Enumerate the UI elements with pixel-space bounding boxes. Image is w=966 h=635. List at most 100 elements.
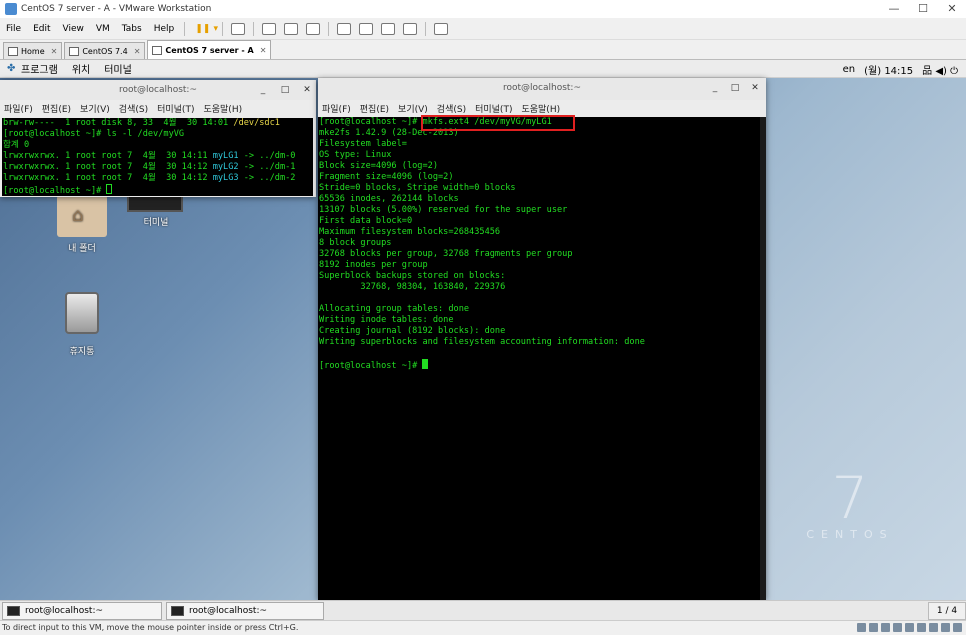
system-status-icon[interactable]: 品 ◀) ⏻ (922, 62, 958, 77)
terminal-window-left[interactable]: root@localhost:~ _ □ ✕ 파일(F) 편집(E) 보기(V)… (0, 80, 316, 197)
terminal-title-bar[interactable]: root@localhost:~ _ □ ✕ (0, 80, 316, 100)
terminal-menu-file[interactable]: 파일(F) (322, 102, 351, 115)
terminal-maximize-button[interactable]: □ (276, 80, 294, 100)
desktop-terminal[interactable]: 터미널 (127, 196, 185, 228)
guest-desktop[interactable]: ✤ 프로그램 위치 터미널 en (월) 14:15 品 ◀) ⏻ ⌂ 내 폴더… (0, 60, 966, 620)
cdrom-icon[interactable] (893, 623, 902, 632)
terminal-text: -> ../dm-1 (238, 162, 296, 172)
terminal-line: lrwxrwxrwx. 1 root root 7 4월 30 14:12 my… (3, 173, 313, 184)
terminal-menu-view[interactable]: 보기(V) (80, 102, 110, 115)
terminal-menu-search[interactable]: 검색(S) (119, 102, 148, 115)
gnome-status-area: en (월) 14:15 品 ◀) ⏻ (834, 60, 958, 78)
menu-vm[interactable]: VM (90, 24, 116, 34)
terminal-menu-edit[interactable]: 편집(E) (360, 102, 389, 115)
terminal-line: Fragment size=4096 (log=2) (319, 172, 454, 182)
console-view-icon[interactable] (433, 22, 448, 35)
terminal-close-button[interactable]: ✕ (298, 80, 316, 100)
terminal-menu-help[interactable]: 도움말(H) (203, 102, 242, 115)
terminal-menu-terminal[interactable]: 터미널(T) (157, 102, 194, 115)
terminal-icon (127, 196, 183, 212)
terminal-cursor (422, 359, 429, 369)
terminal-output-left[interactable]: brw-rw---- 1 root disk 8, 33 4월 30 14:01… (2, 118, 313, 196)
thumbnail-bar-icon[interactable] (358, 22, 373, 35)
display-icon[interactable] (941, 623, 950, 632)
sound-icon[interactable] (929, 623, 938, 632)
menu-edit[interactable]: Edit (27, 24, 56, 34)
terminal-line: 8192 inodes per group (319, 260, 428, 270)
workspace-pager[interactable]: 1 / 4 (928, 602, 966, 620)
tab-home[interactable]: Home ✕ (3, 42, 63, 59)
terminal-maximize-button[interactable]: □ (726, 78, 744, 98)
terminal-menu-file[interactable]: 파일(F) (4, 102, 33, 115)
menu-view[interactable]: View (57, 24, 90, 34)
terminal-menu-terminal[interactable]: 터미널(T) (475, 102, 512, 115)
terminal-scrollbar[interactable] (760, 117, 766, 600)
taskbar-item-terminal-2[interactable]: root@localhost:~ (166, 602, 324, 620)
terminal-close-button[interactable]: ✕ (746, 78, 764, 98)
toolbar-separator (424, 21, 426, 36)
desktop-home-folder[interactable]: ⌂ 내 폴더 (52, 195, 112, 254)
terminal-line: First data block=0 (319, 216, 413, 226)
close-tab-icon[interactable]: ✕ (134, 47, 141, 56)
close-tab-icon[interactable]: ✕ (260, 46, 267, 55)
trash-icon (65, 292, 99, 334)
hdd-icon[interactable] (857, 623, 866, 632)
terminal-minimize-button[interactable]: _ (706, 78, 724, 98)
clock[interactable]: (월) 14:15 (864, 62, 913, 77)
terminal-title-bar[interactable]: root@localhost:~ _ □ ✕ (318, 78, 766, 100)
snapshot-icon[interactable] (261, 22, 276, 35)
terminal-menu-search[interactable]: 검색(S) (437, 102, 466, 115)
terminal-text: brw-rw---- 1 root disk 8, 33 4월 30 14:01 (3, 118, 234, 128)
close-tab-icon[interactable]: ✕ (51, 47, 58, 56)
terminal-text: lrwxrwxrwx. 1 root root 7 4월 30 14:11 (3, 151, 213, 161)
language-indicator[interactable]: en (843, 64, 856, 75)
pause-icon[interactable]: ❚❚ ▾ (195, 24, 218, 34)
maximize-button[interactable]: ☐ (909, 0, 937, 18)
unity-icon[interactable] (402, 22, 417, 35)
terminal-menu-view[interactable]: 보기(V) (398, 102, 428, 115)
terminal-cursor (106, 184, 113, 194)
terminal-text: [root@localhost ~]# (3, 186, 107, 196)
revert-snapshot-icon[interactable] (283, 22, 298, 35)
show-library-icon[interactable] (336, 22, 351, 35)
snapshot-manager-icon[interactable] (305, 22, 320, 35)
full-screen-icon[interactable] (380, 22, 395, 35)
network-icon[interactable] (905, 623, 914, 632)
terminal-text: lrwxrwxrwx. 1 root root 7 4월 30 14:12 (3, 162, 213, 172)
close-button[interactable]: ✕ (938, 0, 966, 18)
terminal-menu-help[interactable]: 도움말(H) (521, 102, 560, 115)
menu-tabs[interactable]: Tabs (116, 24, 148, 34)
hdd-icon[interactable] (869, 623, 878, 632)
taskbar-item-terminal-1[interactable]: root@localhost:~ (2, 602, 162, 620)
host-window-title: CentOS 7 server - A - VMware Workstation (21, 4, 212, 14)
vm-icon (69, 46, 80, 56)
terminal-line: [root@localhost ~]# (3, 184, 313, 196)
home-icon (8, 46, 18, 56)
menu-file[interactable]: File (0, 24, 27, 34)
gnome-menu-applications[interactable]: 프로그램 (21, 61, 58, 76)
terminal-text: /dev/sdc1 (233, 118, 280, 128)
terminal-output-right[interactable]: [root@localhost ~]# mkfs.ext4 /dev/myVG/… (318, 117, 760, 600)
send-ctrl-alt-del-icon[interactable] (230, 22, 245, 35)
device-status-icons (854, 623, 962, 632)
terminal-text: myLG2 (212, 162, 239, 172)
terminal-minimize-button[interactable]: _ (254, 80, 272, 100)
message-icon[interactable] (953, 623, 962, 632)
toolbar-separator (252, 21, 254, 36)
tab-centos-7-4[interactable]: CentOS 7.4 ✕ (64, 42, 146, 59)
usb-icon[interactable] (917, 623, 926, 632)
hdd-icon[interactable] (881, 623, 890, 632)
gnome-menu-places[interactable]: 위치 (72, 61, 90, 76)
terminal-line: Writing superblocks and filesystem accou… (319, 337, 645, 347)
terminal-text: lrwxrwxrwx. 1 root root 7 4월 30 14:12 (3, 173, 213, 183)
minimize-button[interactable]: — (880, 0, 908, 18)
terminal-menu-edit[interactable]: 편집(E) (42, 102, 71, 115)
terminal-line: Filesystem label= (319, 139, 407, 149)
desktop-trash[interactable]: 휴지통 (52, 292, 112, 357)
terminal-window-right[interactable]: root@localhost:~ _ □ ✕ 파일(F) 편집(E) 보기(V)… (318, 78, 766, 600)
menu-help[interactable]: Help (148, 24, 181, 34)
gnome-menu-terminal[interactable]: 터미널 (104, 61, 132, 76)
tab-centos-7-server-a[interactable]: CentOS 7 server - A ✕ (147, 40, 272, 59)
